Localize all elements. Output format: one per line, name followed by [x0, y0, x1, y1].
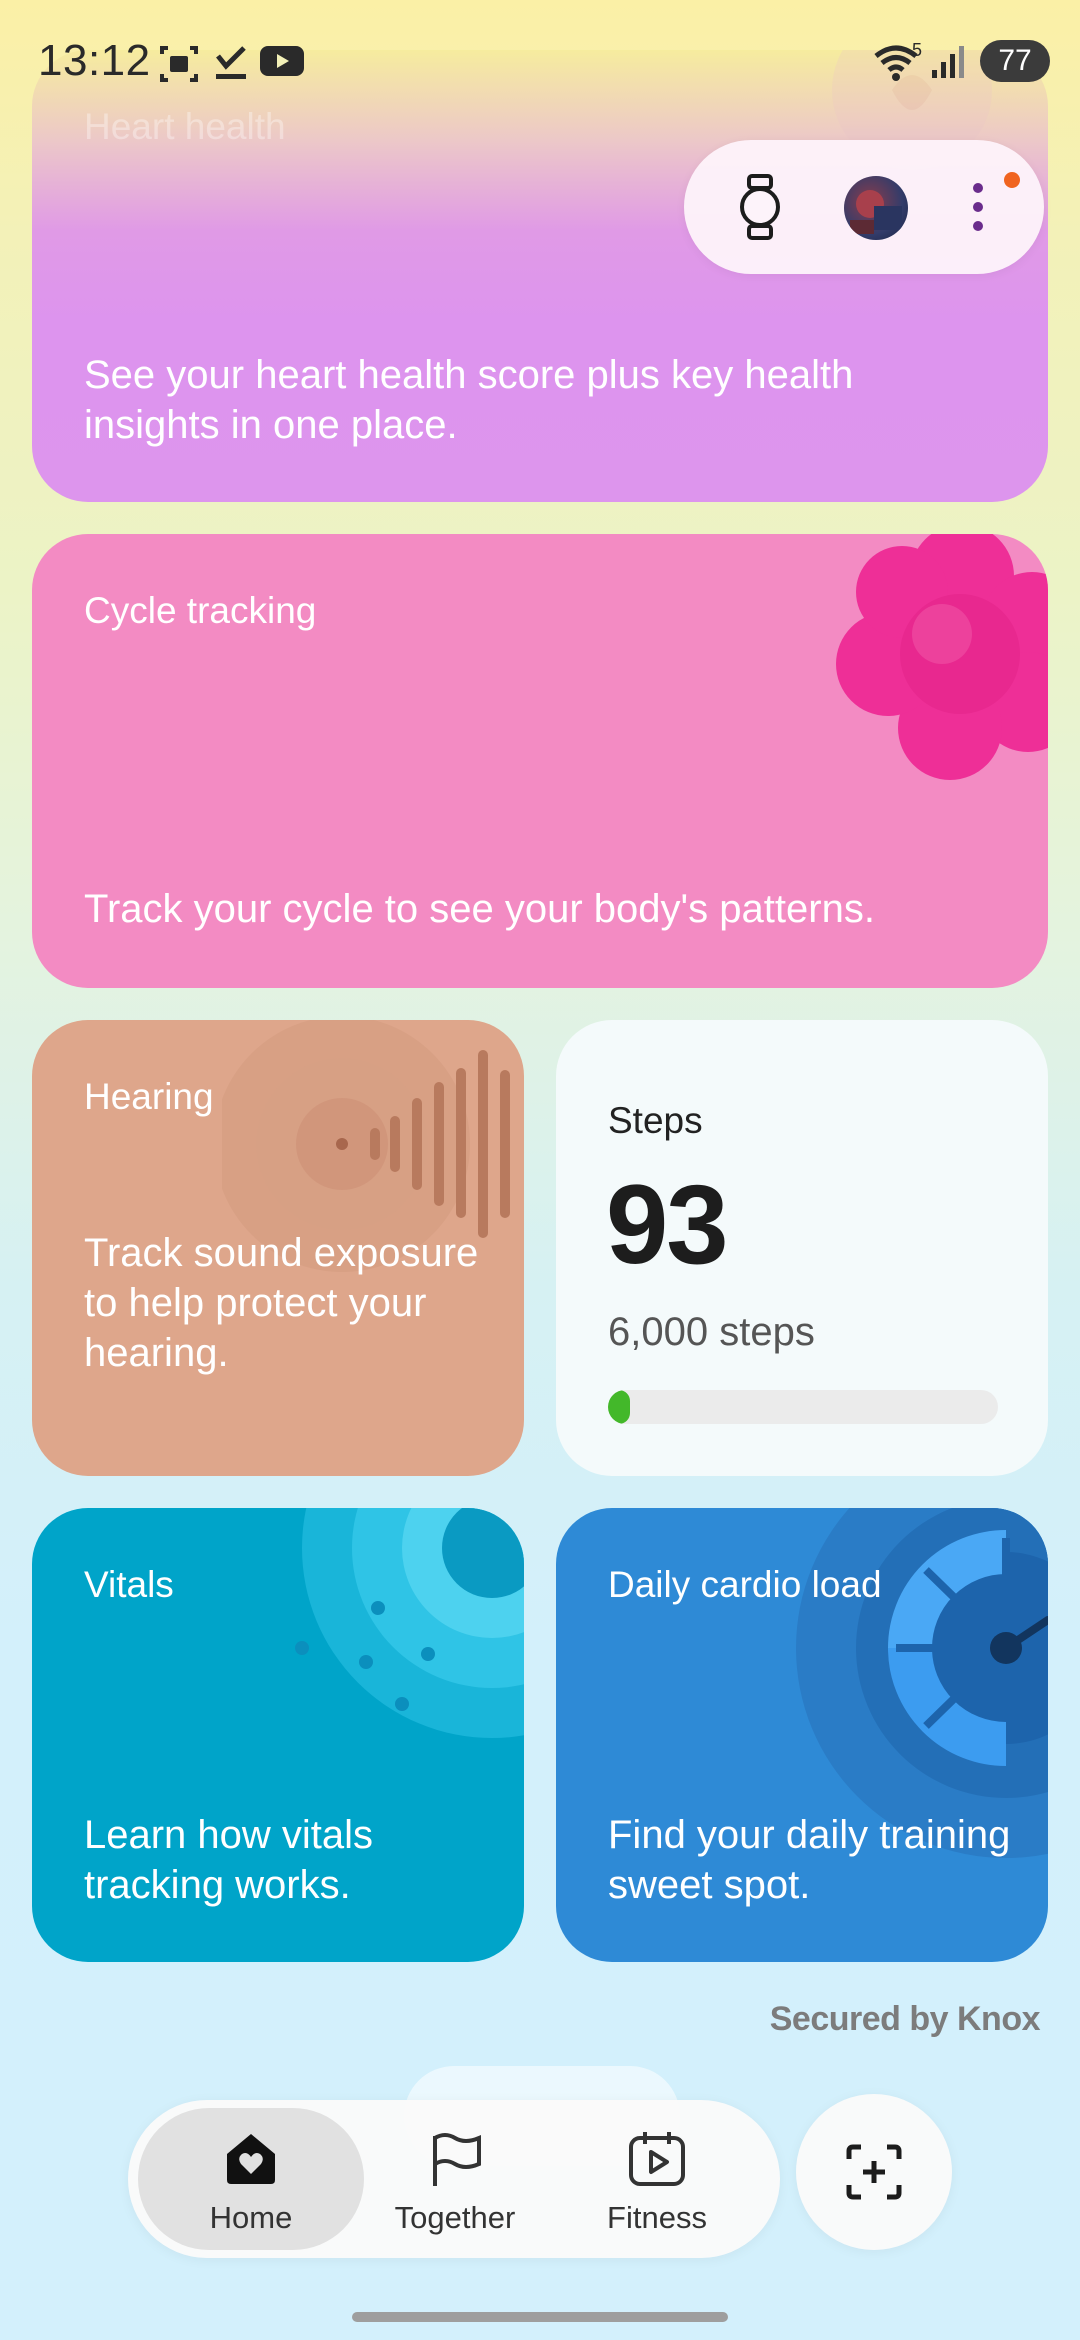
hearing-title: Hearing	[84, 1076, 214, 1117]
home-indicator[interactable]	[352, 2312, 728, 2322]
more-vertical-icon[interactable]	[970, 182, 986, 232]
battery-icon: 77	[980, 40, 1050, 82]
vitals-description: Learn how vitals tracking works.	[84, 1813, 374, 1907]
steps-card[interactable]: Steps 93 6,000 steps	[556, 1020, 1048, 1476]
check-icon	[216, 46, 246, 79]
notification-dot	[1004, 172, 1020, 188]
status-bar: 13:12 5 77	[0, 0, 1080, 130]
flag-icon	[433, 2133, 481, 2186]
avatar-image	[850, 190, 902, 234]
vitals-card[interactable]: Vitals Learn how vitals tracking works.	[32, 1508, 524, 1962]
daily-cardio-load-card[interactable]: Daily cardio load Find your daily traini…	[556, 1508, 1048, 1962]
nav-together-label: Together	[394, 2200, 516, 2235]
watch-icon[interactable]	[738, 174, 782, 240]
steps-progress-fill	[608, 1390, 630, 1424]
home-heart-icon	[227, 2134, 275, 2184]
signal-icon	[932, 46, 964, 78]
cycle-tracking-title: Cycle tracking	[84, 590, 317, 631]
steps-title: Steps	[608, 1100, 703, 1141]
hearing-description: Track sound exposure to help protect you…	[84, 1231, 479, 1375]
flower-icon	[836, 534, 1048, 780]
steps-progress-bar	[608, 1390, 998, 1424]
cycle-tracking-card[interactable]: Cycle tracking Track your cycle to see y…	[32, 534, 1048, 988]
cycle-tracking-description: Track your cycle to see your body's patt…	[84, 887, 875, 931]
hearing-card[interactable]: Hearing Track sound exposure to help pro…	[32, 1020, 524, 1476]
avatar[interactable]	[844, 176, 908, 240]
add-capture-icon	[846, 2144, 902, 2200]
battery-level: 77	[998, 44, 1032, 77]
steps-count: 93	[606, 1162, 729, 1287]
steps-goal: 6,000 steps	[608, 1310, 815, 1354]
daily-cardio-load-title: Daily cardio load	[608, 1564, 882, 1605]
nav-home[interactable]: Home	[138, 2108, 364, 2250]
wifi-badge: 5	[912, 40, 923, 60]
heart-health-description: See your heart health score plus key hea…	[84, 353, 854, 447]
header-actions	[684, 140, 1044, 274]
nav-home-label: Home	[209, 2200, 293, 2235]
nav-together[interactable]: Together	[342, 2108, 568, 2250]
add-capture-button[interactable]	[796, 2094, 952, 2250]
bottom-navigation: Home Together Fitness	[128, 2100, 780, 2258]
calendar-play-icon	[629, 2132, 685, 2186]
screenshot-icon	[160, 46, 198, 82]
vitals-title: Vitals	[84, 1564, 174, 1605]
nav-fitness[interactable]: Fitness	[544, 2108, 770, 2250]
daily-cardio-load-description: Find your daily training sweet spot.	[608, 1813, 1011, 1907]
youtube-icon	[260, 46, 304, 76]
secured-by-knox: Secured by Knox	[769, 2000, 1041, 2038]
nav-fitness-label: Fitness	[607, 2200, 707, 2235]
vitals-illustration-icon	[295, 1508, 524, 1738]
status-time: 13:12	[38, 36, 151, 85]
